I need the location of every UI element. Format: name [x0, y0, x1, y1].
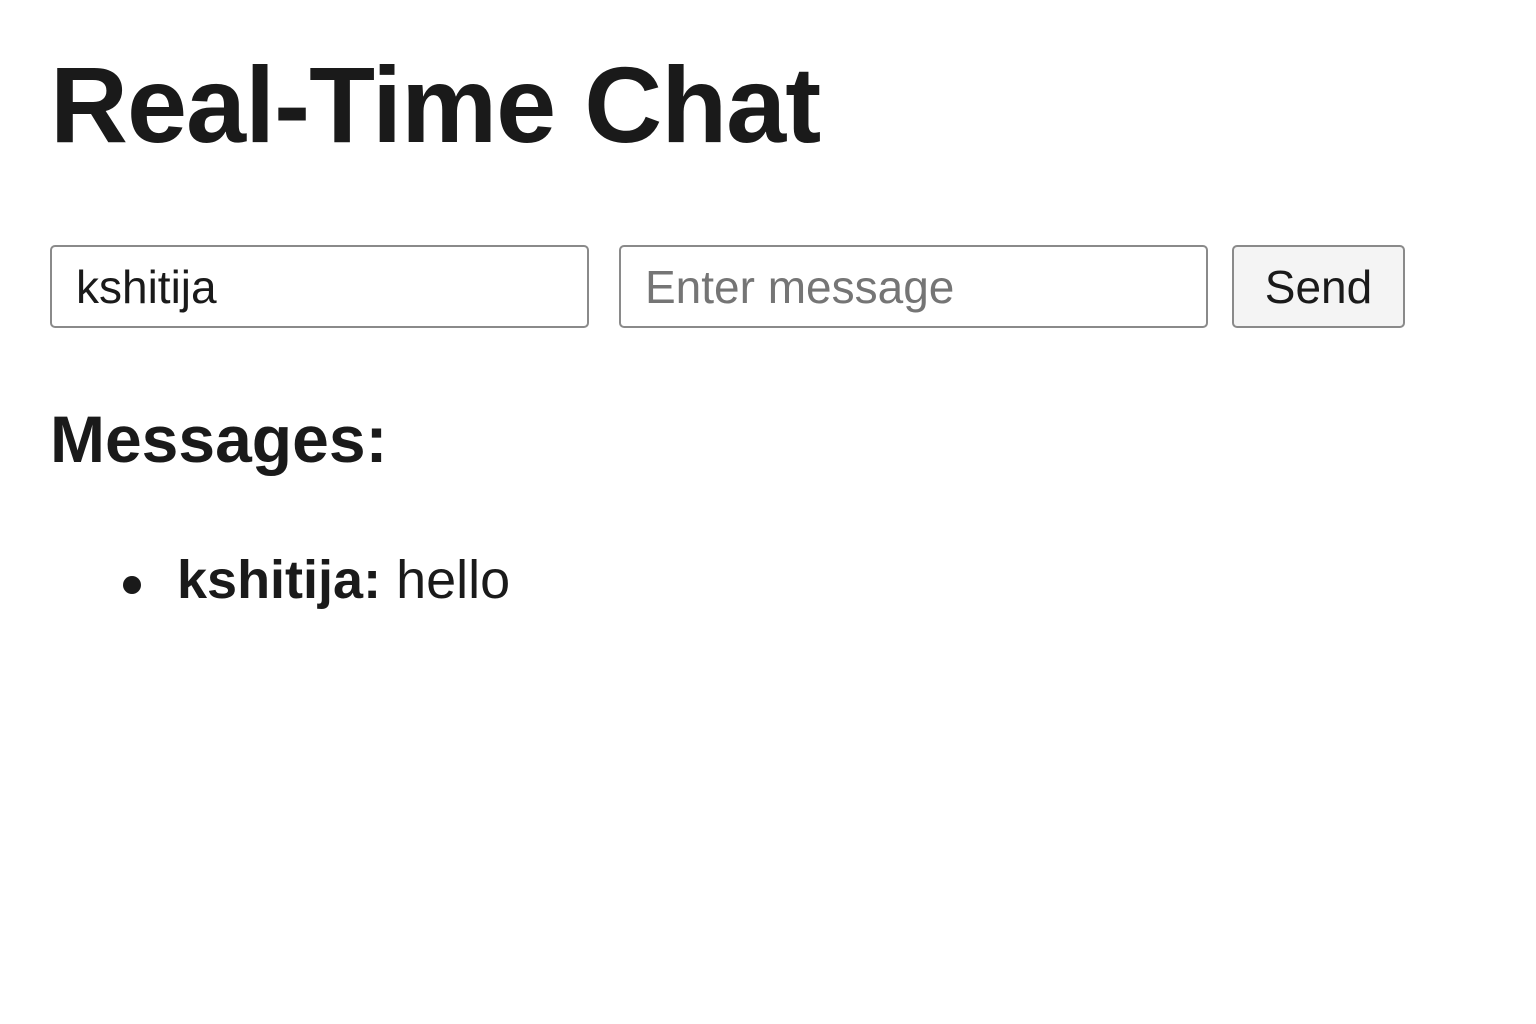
- message-username: kshitija:: [177, 550, 382, 610]
- message-list: kshitija: hello: [0, 548, 510, 613]
- message-text: hello: [381, 550, 511, 610]
- message-input[interactable]: [619, 245, 1208, 328]
- chat-page: Real-Time Chat Send Messages: kshitija: …: [0, 0, 1536, 1024]
- chat-form: Send: [50, 245, 1405, 328]
- page-title: Real-Time Chat: [50, 44, 821, 165]
- list-item: kshitija: hello: [122, 548, 511, 613]
- messages-heading: Messages:: [50, 402, 388, 476]
- send-button[interactable]: Send: [1232, 245, 1405, 328]
- username-input[interactable]: [50, 245, 589, 328]
